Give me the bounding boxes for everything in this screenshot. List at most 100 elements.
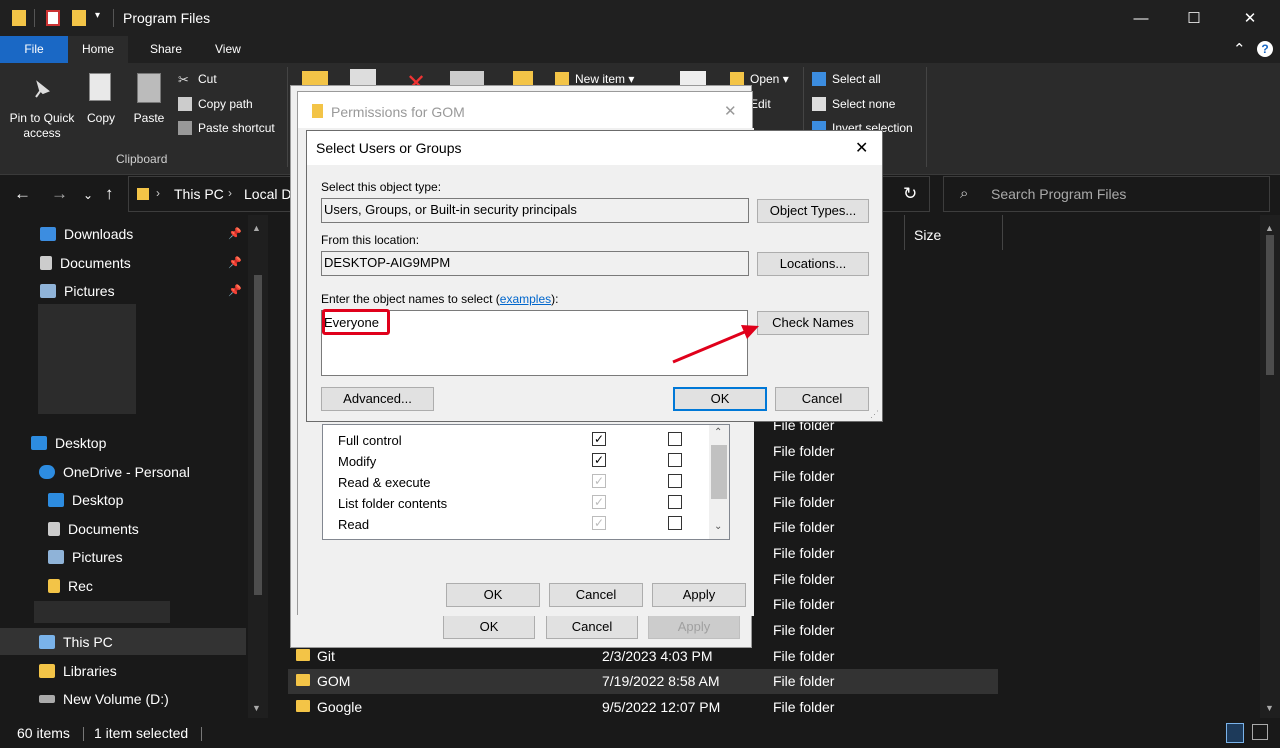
permission-name: Read (338, 517, 370, 532)
sidebar-item-desktop[interactable]: Desktop (0, 429, 246, 456)
column-header-size[interactable]: Size (914, 227, 941, 243)
search-input[interactable]: Search Program Files (991, 186, 1126, 202)
close-icon[interactable]: ✕ (855, 138, 868, 158)
copy-button[interactable]: Copy (82, 111, 120, 126)
chevron-up-icon[interactable]: ⌃ (714, 427, 722, 438)
select-users-dialog: Select Users or Groups ✕ Select this obj… (306, 130, 883, 422)
sidebar-item-onedrive[interactable]: OneDrive - Personal (0, 458, 246, 485)
select-none-button[interactable]: Select none (812, 97, 895, 111)
quick-access-dropdown-icon[interactable]: ▾ (95, 10, 100, 21)
forward-arrow-icon[interactable]: → (51, 184, 68, 204)
breadcrumb-this-pc[interactable]: This PC (174, 186, 224, 202)
tab-file[interactable]: File (0, 36, 68, 63)
cut-button[interactable]: ✂ Cut (178, 72, 217, 87)
examples-link[interactable]: examples (500, 292, 551, 306)
details-view-icon[interactable] (1226, 723, 1244, 743)
scroll-down-icon[interactable]: ▼ (252, 703, 261, 713)
table-row[interactable]: Google 9/5/2022 12:07 PM File folder (288, 695, 998, 720)
sidebar-item-pictures[interactable]: Pictures 📌 (0, 277, 246, 304)
close-button[interactable]: ✕ (1227, 0, 1273, 36)
collapse-ribbon-icon[interactable]: ⌃ (1233, 40, 1246, 58)
table-row-selected[interactable]: GOM 7/19/2022 8:58 AM File folder (288, 669, 998, 694)
deny-checkbox[interactable] (668, 516, 682, 530)
permissions-scrollbar[interactable]: ⌃ ⌄ (709, 425, 729, 539)
back-arrow-icon[interactable]: ← (14, 184, 31, 204)
content-scrollbar[interactable]: ▲ ▼ (1260, 215, 1280, 718)
help-icon[interactable]: ? (1257, 41, 1273, 57)
permissions-cancel-button[interactable]: Cancel (549, 583, 643, 607)
resize-grip-icon[interactable]: ⋰ (870, 409, 879, 420)
ok-button[interactable]: OK (443, 615, 535, 639)
object-type-label: Select this object type: (321, 180, 442, 194)
permissions-ok-button[interactable]: OK (446, 583, 540, 607)
chevron-right-icon[interactable]: › (156, 186, 160, 200)
deny-checkbox[interactable] (668, 474, 682, 488)
sidebar-item-label: Pictures (72, 548, 123, 565)
sidebar-item-onedrive-documents[interactable]: Documents (0, 515, 246, 542)
desktop-icon (31, 435, 47, 450)
cancel-button[interactable]: Cancel (775, 387, 869, 411)
sidebar-item-this-pc[interactable]: This PC (0, 628, 246, 655)
allow-checkbox[interactable]: ✓ (592, 495, 606, 509)
maximize-button[interactable]: ☐ (1171, 0, 1217, 36)
paste-shortcut-button[interactable]: Paste shortcut (178, 121, 275, 135)
sidebar-item-onedrive-pictures[interactable]: Pictures (0, 543, 246, 570)
chevron-right-icon[interactable]: › (228, 186, 232, 200)
open-button[interactable]: Open ▾ (730, 72, 789, 86)
sidebar-item-rec[interactable]: Rec (0, 572, 246, 599)
advanced-button[interactable]: Advanced... (321, 387, 434, 411)
allow-checkbox[interactable]: ✓ (592, 453, 606, 467)
allow-checkbox[interactable]: ✓ (592, 474, 606, 488)
sidebar-item-label: Desktop (72, 491, 124, 508)
sidebar-item-libraries[interactable]: Libraries (0, 657, 246, 684)
cancel-button[interactable]: Cancel (546, 615, 638, 639)
permission-name: Full control (338, 433, 402, 448)
new-folder-icon[interactable] (72, 10, 86, 26)
allow-checkbox[interactable]: ✓ (592, 432, 606, 446)
sidebar-item-new-volume[interactable]: New Volume (D:) (0, 685, 246, 712)
minimize-button[interactable]: — (1118, 0, 1164, 36)
close-icon[interactable]: ✕ (724, 102, 737, 120)
sidebar-item-documents[interactable]: Documents 📌 (0, 249, 246, 276)
permissions-apply-button[interactable]: Apply (652, 583, 746, 607)
tab-share[interactable]: Share (136, 36, 196, 63)
scroll-down-icon[interactable]: ▼ (1265, 703, 1274, 713)
copy-path-button[interactable]: Copy path (178, 97, 253, 111)
permissions-list: Full control ✓ Modify ✓ Read & execute ✓… (322, 424, 730, 540)
permissions-scroll-thumb[interactable] (711, 445, 727, 499)
allow-checkbox[interactable]: ✓ (592, 516, 606, 530)
properties-icon[interactable] (46, 10, 60, 26)
breadcrumb-local-disk[interactable]: Local D (244, 186, 291, 202)
select-all-button[interactable]: Select all (812, 72, 881, 86)
permissions-dialog-title: Permissions for GOM (331, 104, 465, 120)
large-icons-view-icon[interactable] (1252, 724, 1268, 740)
sidebar-scroll-thumb[interactable] (254, 275, 262, 595)
deny-checkbox[interactable] (668, 432, 682, 446)
content-scroll-thumb[interactable] (1266, 235, 1274, 375)
sidebar-item-onedrive-desktop[interactable]: Desktop (0, 486, 246, 513)
refresh-icon[interactable]: ↻ (903, 184, 917, 204)
object-type-field: Users, Groups, or Built-in security prin… (321, 198, 749, 223)
ok-button[interactable]: OK (673, 387, 767, 411)
object-types-button[interactable]: Object Types... (757, 199, 869, 223)
scroll-up-icon[interactable]: ▲ (252, 223, 261, 233)
search-box[interactable]: ⌕ Search Program Files (943, 176, 1270, 212)
apply-button[interactable]: Apply (648, 615, 740, 639)
locations-button[interactable]: Locations... (757, 252, 869, 276)
sidebar-item-label: Documents (68, 520, 139, 537)
check-names-button[interactable]: Check Names (757, 311, 869, 335)
pin-to-quick-access-button[interactable]: Pin to Quick access (6, 111, 78, 141)
sidebar-item-downloads[interactable]: Downloads 📌 (0, 220, 246, 247)
tab-home[interactable]: Home (68, 36, 129, 63)
tab-view[interactable]: View (201, 36, 255, 63)
edit-label: Edit (750, 97, 771, 111)
up-arrow-icon[interactable]: ↑ (105, 184, 114, 204)
deny-checkbox[interactable] (668, 453, 682, 467)
recent-locations-icon[interactable]: ⌄ (83, 188, 93, 202)
paste-button[interactable]: Paste (128, 111, 170, 126)
new-item-button[interactable]: New item ▾ (555, 72, 634, 86)
sidebar-scrollbar[interactable]: ▲ ▼ (248, 215, 268, 718)
scroll-up-icon[interactable]: ▲ (1265, 223, 1274, 233)
chevron-down-icon[interactable]: ⌄ (714, 521, 722, 532)
deny-checkbox[interactable] (668, 495, 682, 509)
